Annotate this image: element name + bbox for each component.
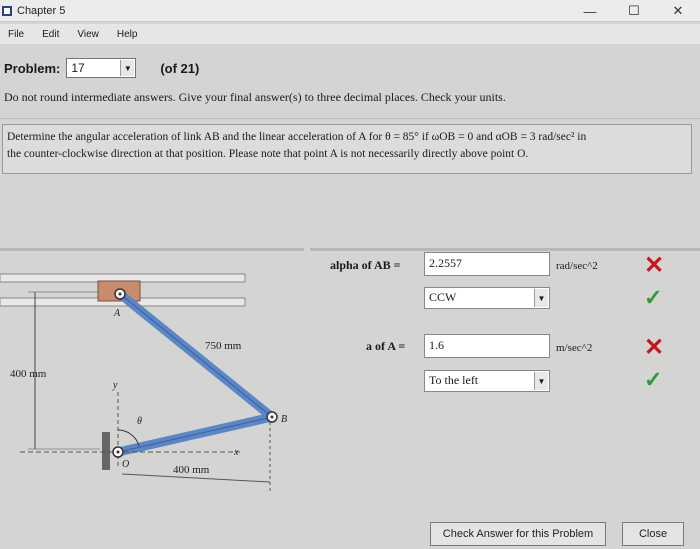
question-line-1: Determine the angular acceleration of li… xyxy=(7,131,587,143)
minimize-button[interactable]: — xyxy=(568,0,612,22)
label-b: B xyxy=(281,414,287,425)
label-a: A xyxy=(113,308,121,319)
problem-select[interactable]: 17 ▼ xyxy=(66,58,137,78)
a-label: a of A = xyxy=(366,339,406,353)
ground-support xyxy=(102,432,110,470)
menu-edit[interactable]: Edit xyxy=(42,29,59,40)
problem-label: Problem: xyxy=(4,60,61,76)
check-icon: ✓ xyxy=(644,285,663,310)
app-icon xyxy=(2,5,12,16)
chevron-down-icon: ▼ xyxy=(534,372,548,390)
title-bar: Chapter 5 — ☐ ✕ xyxy=(0,0,700,22)
dimension-ob-label: 400 mm xyxy=(173,464,210,476)
alpha-direction-select[interactable]: CCW ▼ xyxy=(424,287,550,309)
alpha-input[interactable]: 2.2557 xyxy=(424,252,550,276)
link-ab-edge xyxy=(119,293,273,418)
instructions: Do not round intermediate answers. Give … xyxy=(4,90,506,104)
a-direction-value: To the left xyxy=(429,373,479,387)
wrong-icon: ✕ xyxy=(644,334,665,361)
window-controls: — ☐ ✕ xyxy=(568,0,700,22)
chevron-down-icon: ▼ xyxy=(120,60,135,76)
alpha-direction-value: CCW xyxy=(429,290,457,304)
mechanism-diagram: A B O y x θ 750 mm 400 mm 400 mm xyxy=(0,273,287,492)
menu-bar: File Edit View Help xyxy=(0,24,700,44)
divider xyxy=(0,248,304,251)
menu-file[interactable]: File xyxy=(8,29,24,40)
a-unit: m/sec^2 xyxy=(556,342,593,354)
question-line-2: the counter-clockwise direction at that … xyxy=(7,148,529,160)
wrong-icon: ✕ xyxy=(644,252,665,279)
pin-b-center xyxy=(270,415,274,419)
label-theta: θ xyxy=(137,416,142,427)
menu-help[interactable]: Help xyxy=(117,29,138,40)
problem-number: 17 xyxy=(71,61,85,75)
pin-a-center xyxy=(118,292,122,296)
dimension-vertical-label: 400 mm xyxy=(10,368,47,380)
close-button[interactable]: Close xyxy=(622,522,684,546)
question-box: Determine the angular acceleration of li… xyxy=(2,124,692,174)
label-y: y xyxy=(112,380,118,391)
divider xyxy=(310,248,700,251)
check-answer-button[interactable]: Check Answer for this Problem xyxy=(430,522,606,546)
check-icon: ✓ xyxy=(644,367,663,392)
dimension-ab-label: 750 mm xyxy=(205,340,242,352)
a-input[interactable]: 1.6 xyxy=(424,334,550,358)
alpha-label: alpha of AB = xyxy=(330,258,401,272)
problem-count: (of 21) xyxy=(160,60,200,76)
label-x: x xyxy=(233,447,239,458)
chevron-down-icon: ▼ xyxy=(534,289,548,307)
problem-row: Problem: 17 ▼ (of 21) xyxy=(4,58,199,78)
alpha-unit: rad/sec^2 xyxy=(556,260,598,272)
window-title: Chapter 5 xyxy=(17,4,66,17)
maximize-button[interactable]: ☐ xyxy=(612,0,656,22)
divider xyxy=(0,118,700,119)
label-o: O xyxy=(122,459,129,470)
a-direction-select[interactable]: To the left ▼ xyxy=(424,370,550,392)
close-window-button[interactable]: ✕ xyxy=(656,0,700,22)
pin-o-center xyxy=(116,450,120,454)
menu-view[interactable]: View xyxy=(77,29,99,40)
